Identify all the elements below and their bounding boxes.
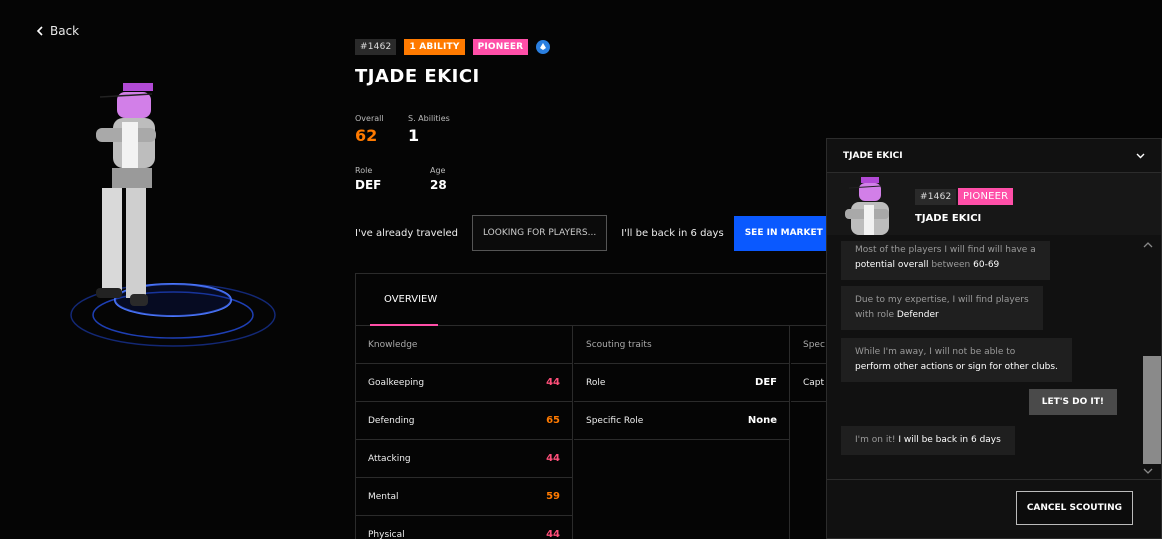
chat-profile-name: TJADE EKICI (915, 213, 982, 224)
scroll-up-icon[interactable] (1143, 241, 1153, 249)
chevron-down-icon[interactable] (1136, 153, 1145, 159)
abilities-label: S. Abilities (408, 114, 450, 123)
chat-messages: Most of the players I will find will hav… (827, 235, 1161, 479)
chain-icon (536, 40, 551, 54)
age-stat: Age 28 (430, 166, 447, 192)
chat-message: While I'm away, I will not be able to pe… (841, 338, 1072, 382)
table-row: Specific Role None (574, 402, 789, 440)
back-label: Back (50, 24, 80, 38)
table-row: Role DEF (574, 364, 789, 402)
table-row: Defending 65 (356, 402, 572, 440)
ability-badge: 1 ABILITY (404, 39, 465, 55)
table-row: Goalkeeping 44 (356, 364, 572, 402)
overview-panel: OVERVIEW Knowledge Goalkeeping 44 Defendi… (355, 273, 835, 539)
knowledge-header: Knowledge (356, 326, 572, 364)
traits-header: Scouting traits (574, 326, 789, 364)
overall-label: Overall (355, 114, 384, 123)
back-in-days-text: I'll be back in 6 days (621, 227, 724, 239)
tab-overview[interactable]: OVERVIEW (384, 294, 437, 305)
abilities-value: 1 (408, 126, 420, 145)
back-button[interactable]: Back (36, 24, 79, 38)
player-thumbnail (845, 177, 889, 235)
overall-value: 62 (355, 126, 378, 145)
abilities-stat: S. Abilities 1 (408, 114, 450, 145)
chat-message: Due to my expertise, I will find players… (841, 286, 1043, 330)
chat-pioneer-badge: PIONEER (958, 188, 1014, 205)
pioneer-badge: PIONEER (472, 39, 529, 55)
chat-message: I'm on it! I will be back in 6 days (841, 426, 1015, 455)
traits-column: Scouting traits Role DEF Specific Role Non… (574, 326, 790, 539)
player-name: TJADE EKICI (355, 66, 480, 87)
chat-header[interactable]: TJADE EKICI (827, 139, 1161, 173)
scroll-thumb[interactable] (1143, 356, 1161, 464)
lets-do-it-button[interactable]: LET'S DO IT! (1028, 389, 1117, 415)
age-label: Age (430, 166, 446, 175)
table-row: Attacking 44 (356, 440, 572, 478)
chat-profile: #1462 PIONEER TJADE EKICI (827, 173, 1161, 235)
role-label: Role (355, 166, 373, 175)
chat-footer: CANCEL SCOUTING (827, 479, 1161, 539)
table-row: Mental 59 (356, 478, 572, 516)
looking-for-players-field: LOOKING FOR PLAYERS... (471, 215, 608, 251)
chevron-left-icon (36, 26, 43, 36)
scroll-down-icon[interactable] (1143, 467, 1153, 475)
player-avatar (70, 83, 276, 347)
chat-header-name: TJADE EKICI (843, 150, 903, 161)
knowledge-column: Knowledge Goalkeeping 44 Defending 65 Atta… (356, 326, 573, 539)
scout-chat-panel: TJADE EKICI #1462 PIONEER TJADE EKICI Mo… (826, 138, 1162, 539)
overall-stat: Overall 62 (355, 114, 384, 145)
chat-id-badge: #1462 (915, 189, 957, 205)
role-value: DEF (355, 178, 382, 192)
player-id-badge: #1462 (355, 39, 397, 55)
table-row: Physical 44 (356, 516, 572, 539)
role-stat: Role DEF (355, 166, 381, 192)
travel-status: I've already traveled (355, 227, 458, 239)
see-in-market-button[interactable]: SEE IN MARKET (733, 215, 834, 251)
chat-message: Most of the players I will find will hav… (841, 241, 1050, 280)
cancel-scouting-button[interactable]: CANCEL SCOUTING (1015, 491, 1133, 525)
age-value: 28 (430, 178, 447, 192)
chat-scrollbar[interactable] (1141, 241, 1161, 475)
